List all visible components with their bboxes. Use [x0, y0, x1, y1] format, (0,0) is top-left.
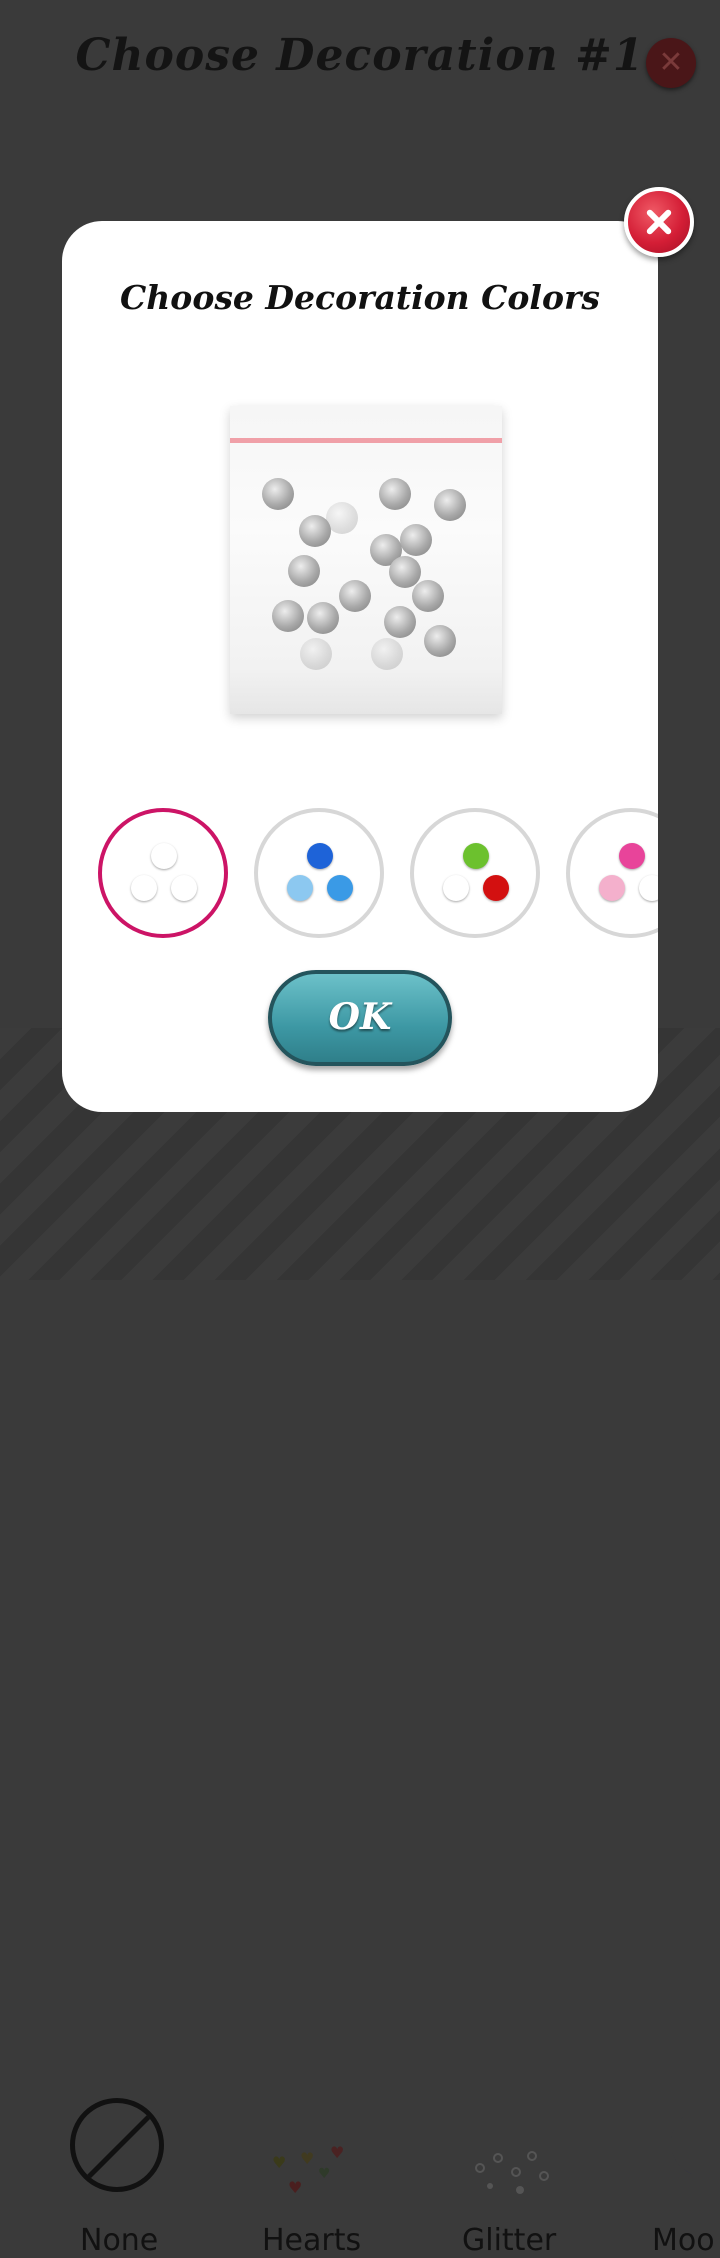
svg-text:♥: ♥: [318, 2166, 331, 2182]
hearts-icon[interactable]: ♥ ♥ ♥ ♥ ♥: [270, 2138, 360, 2198]
swatch-dot: [483, 875, 509, 901]
category-label-none[interactable]: None: [80, 2223, 158, 2258]
swatch-dot: [619, 843, 645, 869]
dialog-title: Choose Decoration Colors: [120, 278, 600, 317]
swatch-blue[interactable]: [254, 808, 384, 938]
swatch-dot: [131, 875, 157, 901]
bead-bag-icon: [224, 402, 508, 718]
svg-text:♥: ♥: [272, 2153, 286, 2172]
page-title: Choose Decoration #1: [75, 30, 645, 81]
category-label-moons[interactable]: Moo: [652, 2223, 715, 2258]
swatch-dot: [599, 875, 625, 901]
none-icon[interactable]: [70, 2098, 164, 2192]
swatch-pink[interactable]: [566, 808, 658, 938]
swatch-dot: [287, 875, 313, 901]
swatch-dot: [443, 875, 469, 901]
ok-button[interactable]: OK: [268, 970, 452, 1066]
swatch-dot: [639, 875, 658, 901]
swatch-dot: [327, 875, 353, 901]
swatch-dot: [463, 843, 489, 869]
svg-text:♥: ♥: [300, 2149, 314, 2168]
swatch-dot: [307, 843, 333, 869]
swatch-white[interactable]: [98, 808, 228, 938]
swatch-dot: [151, 843, 177, 869]
color-swatch-row[interactable]: [62, 800, 658, 950]
swatch-green-white-red[interactable]: [410, 808, 540, 938]
category-label-hearts[interactable]: Hearts: [262, 2223, 361, 2258]
svg-text:♥: ♥: [330, 2143, 344, 2162]
close-icon[interactable]: ✕: [646, 38, 696, 88]
glitter-icon[interactable]: [470, 2138, 560, 2198]
svg-text:♥: ♥: [288, 2178, 302, 2197]
swatch-dot: [171, 875, 197, 901]
dialog-close-button[interactable]: [624, 187, 694, 257]
category-label-glitter[interactable]: Glitter: [462, 2223, 556, 2258]
moons-icon[interactable]: [660, 2103, 720, 2203]
